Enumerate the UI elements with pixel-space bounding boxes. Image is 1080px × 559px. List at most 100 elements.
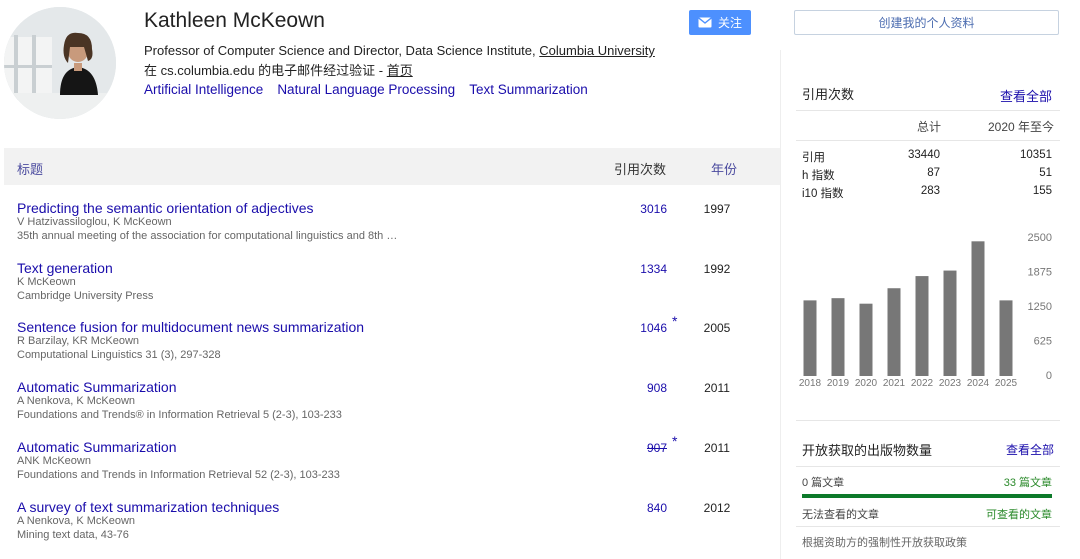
stat-since: 10351	[1020, 149, 1052, 161]
divider	[796, 526, 1060, 527]
stat-label[interactable]: h 指数	[802, 167, 835, 183]
divider	[796, 466, 1060, 467]
publication-venue: 35th annual meeting of the association f…	[17, 230, 398, 242]
mandate-note: 根据资助方的强制性开放获取政策	[802, 537, 967, 549]
merged-citations-star[interactable]: *	[672, 313, 677, 329]
chart-y-tick: 1875	[1028, 267, 1052, 279]
interest-link[interactable]: Natural Language Processing	[277, 82, 455, 97]
chart-y-tick: 625	[1034, 336, 1052, 348]
publication-venue: Foundations and Trends® in Information R…	[17, 409, 342, 421]
stat-all: 283	[920, 185, 940, 197]
chart-x-tick: 2022	[911, 378, 934, 389]
table-row: Text generation K McKeown Cambridge Univ…	[17, 260, 767, 316]
merged-citations-star[interactable]: *	[672, 433, 677, 449]
create-profile-button[interactable]: 创建我的个人资料	[794, 10, 1059, 35]
sort-by-cited[interactable]: 引用次数	[614, 159, 666, 178]
publication-title[interactable]: Text generation	[17, 260, 113, 276]
profile-name: Kathleen McKeown	[144, 9, 325, 32]
publications-table-header: 标题 引用次数 年份	[4, 148, 780, 185]
stat-label[interactable]: 引用	[802, 149, 825, 165]
publication-year: 1992	[703, 262, 731, 276]
sort-by-title[interactable]: 标题	[17, 159, 43, 178]
sidebar-divider	[780, 50, 781, 559]
avatar	[4, 7, 116, 119]
cited-by-title: 引用次数	[802, 87, 855, 102]
table-row: A survey of text summarization technique…	[17, 499, 767, 555]
affiliation-link[interactable]: Columbia University	[539, 43, 655, 58]
citation-count[interactable]: 907	[607, 441, 667, 455]
chart-x-tick: 2018	[799, 378, 822, 389]
chart-bar[interactable]	[803, 300, 817, 376]
chart-x-tick: 2025	[995, 378, 1018, 389]
publication-authors: A Nenkova, K McKeown	[17, 395, 136, 407]
follow-label: 关注	[717, 16, 742, 30]
affiliation-text: Professor of Computer Science and Direct…	[144, 43, 540, 58]
citation-count[interactable]: 1046	[607, 321, 667, 335]
stat-since: 51	[1039, 167, 1052, 179]
publication-authors: V Hatzivassiloglou, K McKeown	[17, 216, 172, 228]
stat-label[interactable]: i10 指数	[802, 185, 844, 201]
table-row: Automatic Summarization A Nenkova, K McK…	[17, 379, 767, 435]
chart-bar[interactable]	[971, 241, 985, 376]
publication-authors: ANK McKeown	[17, 455, 91, 467]
available-label: 可查看的文章	[986, 509, 1052, 521]
chart-y-tick: 0	[1046, 370, 1052, 382]
chart-x-tick: 2024	[967, 378, 990, 389]
publication-venue: Computational Linguistics 31 (3), 297-32…	[17, 349, 221, 361]
interest-link[interactable]: Text Summarization	[469, 82, 588, 97]
citation-count[interactable]: 3016	[607, 202, 667, 216]
interest-link[interactable]: Artificial Intelligence	[144, 82, 263, 97]
citation-count[interactable]: 840	[607, 501, 667, 515]
publication-authors: A Nenkova, K McKeown	[17, 515, 136, 527]
stats-column-all: 总计	[917, 120, 942, 134]
email-verification: 在 cs.columbia.edu 的电子邮件经过验证 - 首页	[144, 60, 413, 79]
open-access-title: 开放获取的出版物数量	[802, 443, 933, 458]
unavailable-label: 无法查看的文章	[802, 509, 879, 521]
divider	[796, 420, 1060, 421]
publication-year: 1997	[703, 202, 731, 216]
chart-bar[interactable]	[999, 300, 1013, 376]
cited-by-view-all-link[interactable]: 查看全部	[1000, 86, 1052, 105]
follow-button[interactable]: 关注	[689, 10, 751, 35]
homepage-link[interactable]: 首页	[387, 63, 413, 78]
divider	[796, 110, 1060, 111]
chart-y-tick: 1250	[1028, 301, 1052, 313]
stat-since: 155	[1032, 185, 1052, 197]
publication-title[interactable]: Predicting the semantic orientation of a…	[17, 200, 314, 216]
publication-venue: Foundations and Trends in Information Re…	[17, 469, 340, 481]
table-row: Sentence fusion for multidocument news s…	[17, 313, 767, 375]
open-access-progress-bar	[802, 494, 1052, 498]
open-access-view-all-link[interactable]: 查看全部	[1006, 441, 1054, 458]
chart-bar[interactable]	[943, 270, 957, 376]
publication-year: 2005	[703, 321, 731, 335]
chart-bar[interactable]	[831, 298, 845, 376]
publication-title[interactable]: Sentence fusion for multidocument news s…	[17, 319, 364, 335]
publication-title[interactable]: A survey of text summarization technique…	[17, 499, 279, 515]
publication-year: 2012	[703, 501, 731, 515]
table-row: Automatic Summarization ANK McKeown Foun…	[17, 433, 767, 495]
stat-all: 33440	[908, 149, 940, 161]
email-text: 在 cs.columbia.edu 的电子邮件经过验证 -	[144, 63, 387, 78]
publication-authors: R Barzilay, KR McKeown	[17, 335, 140, 347]
citation-count[interactable]: 1334	[607, 262, 667, 276]
unavailable-count: 0 篇文章	[802, 477, 845, 489]
chart-bar[interactable]	[915, 276, 929, 376]
stats-column-since: 2020 年至今	[988, 120, 1055, 134]
chart-bar[interactable]	[887, 288, 901, 376]
chart-x-tick: 2020	[855, 378, 878, 389]
publication-authors: K McKeown	[17, 276, 76, 288]
publication-year: 2011	[704, 381, 730, 395]
publication-title[interactable]: Automatic Summarization	[17, 379, 177, 395]
chart-bar[interactable]	[859, 303, 873, 376]
sort-by-year[interactable]: 年份	[711, 159, 737, 178]
research-interests: Artificial Intelligence Natural Language…	[144, 82, 588, 97]
stat-all: 87	[927, 167, 940, 179]
mail-icon	[698, 17, 712, 28]
divider	[796, 140, 1060, 141]
publication-year: 2011	[704, 441, 730, 455]
table-row: Predicting the semantic orientation of a…	[17, 200, 767, 256]
citation-count[interactable]: 908	[607, 381, 667, 395]
citations-per-year-chart: 2018 2019 2020 2021 2022 2023 2024 2025 2500 1875…	[799, 232, 1052, 389]
chart-x-tick: 2023	[939, 378, 962, 389]
publication-title[interactable]: Automatic Summarization	[17, 439, 177, 455]
